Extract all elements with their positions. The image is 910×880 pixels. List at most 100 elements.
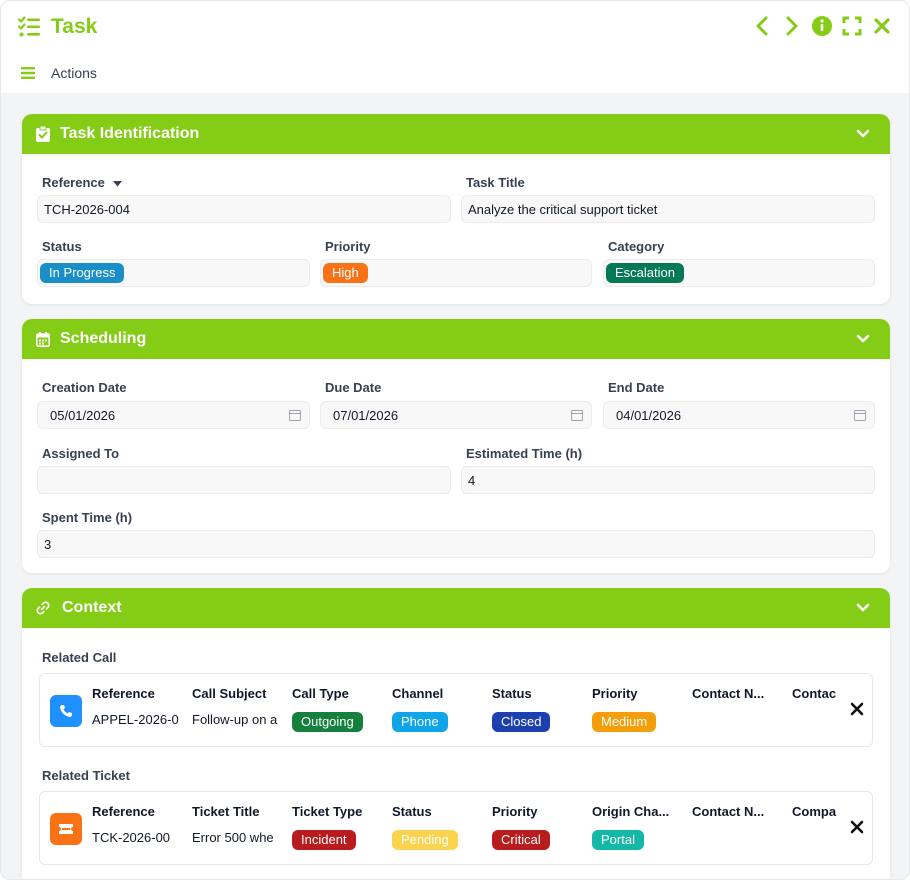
estimated-time-label: Estimated Time (h): [466, 446, 583, 461]
due-date-input[interactable]: 07/01/2026: [320, 401, 592, 429]
related-column: Priority Medium: [592, 686, 684, 732]
status-field[interactable]: In Progress: [37, 259, 310, 287]
task-list-icon: [17, 16, 40, 37]
column-header: Call Type: [292, 686, 349, 701]
chevron-right-icon: [786, 16, 798, 36]
column-header: Reference: [92, 804, 155, 819]
column-badge: Closed: [492, 712, 551, 732]
status-badge: In Progress: [40, 263, 125, 283]
expand-icon: [842, 16, 862, 36]
related-ticket-card[interactable]: Reference TCK-2026-00 Ticket Title Error 50…: [39, 791, 873, 865]
end-date-input[interactable]: 04/01/2026: [603, 401, 875, 429]
assigned-to-field[interactable]: [37, 466, 451, 494]
end-date-value: 04/01/2026: [616, 407, 682, 423]
chevron-down-icon[interactable]: [856, 127, 870, 141]
top-bar: Task Actions: [1, 1, 909, 93]
calendar-picker-icon[interactable]: [289, 409, 301, 421]
ticket-icon: [59, 824, 73, 834]
column-badge: Medium: [592, 712, 657, 732]
scheduling-header[interactable]: Scheduling: [22, 319, 890, 359]
task-identification-header[interactable]: Task Identification: [22, 114, 890, 154]
column-header: Status: [392, 804, 432, 819]
related-column: Status Pending: [392, 804, 484, 850]
related-column: Reference TCK-2026-00: [92, 804, 184, 850]
column-header: Priority: [492, 804, 538, 819]
reference-field[interactable]: TCH-2026-004: [37, 195, 451, 223]
creation-date-input[interactable]: 05/01/2026: [37, 401, 310, 429]
fullscreen-button[interactable]: [841, 14, 863, 38]
related-column: Contact N...: [692, 804, 784, 850]
context-section: Context Related Call Reference APPEL-2026…: [22, 588, 890, 879]
estimated-time-field[interactable]: 4: [461, 466, 875, 494]
calendar-picker-icon[interactable]: [571, 409, 583, 421]
column-value: Incident: [292, 830, 384, 850]
calendar-icon: [36, 331, 50, 347]
related-column: Origin Cha... Portal: [592, 804, 684, 850]
task-window: Task Actions Task Identification Referen…: [0, 0, 910, 880]
context-header[interactable]: Context: [22, 588, 890, 628]
spent-time-field[interactable]: 3: [37, 530, 875, 558]
ticket-icon-badge: [50, 813, 82, 845]
related-call-card[interactable]: Reference APPEL-2026-0 Call Subject Follow-…: [39, 673, 873, 747]
hamburger-menu-icon: [21, 67, 35, 79]
category-field[interactable]: Escalation: [603, 259, 875, 287]
section-title: Context: [62, 599, 122, 616]
info-button[interactable]: [811, 14, 833, 38]
column-value: Closed: [492, 712, 584, 732]
spent-time-value: 3: [44, 536, 52, 552]
related-column: Status Closed: [492, 686, 584, 732]
column-value: [692, 712, 784, 732]
task-title-label: Task Title: [466, 175, 525, 190]
close-icon: [874, 18, 890, 34]
column-header: Contact N...: [692, 686, 765, 701]
phone-icon-badge: [50, 695, 82, 727]
related-column: Channel Phone: [392, 686, 484, 732]
caret-down-icon: [112, 181, 122, 187]
column-header: Priority: [592, 686, 638, 701]
priority-label: Priority: [325, 239, 371, 254]
link-icon: [36, 601, 50, 615]
column-badge: Pending: [392, 830, 458, 850]
task-title-field[interactable]: Analyze the critical support ticket: [461, 195, 875, 223]
priority-field[interactable]: High: [320, 259, 592, 287]
chevron-down-icon[interactable]: [856, 332, 870, 346]
column-badge: Phone: [392, 712, 448, 732]
related-column: Ticket Type Incident: [292, 804, 384, 850]
scheduling-section: Scheduling Creation Date 05/01/2026 Due …: [22, 319, 890, 573]
next-button[interactable]: [781, 14, 803, 38]
clipboard-check-icon: [36, 126, 50, 142]
column-value: Follow-up on a: [192, 712, 278, 727]
priority-badge: High: [323, 263, 368, 283]
column-badge: Critical: [492, 830, 550, 850]
column-badge: Portal: [592, 830, 644, 850]
column-value: APPEL-2026-0: [92, 712, 179, 727]
column-header: Channel: [392, 686, 444, 701]
column-value: Phone: [392, 712, 484, 732]
column-header: Origin Cha...: [592, 804, 670, 819]
column-value: [792, 712, 872, 732]
column-value: Pending: [392, 830, 484, 850]
column-value: Outgoing: [292, 712, 384, 732]
section-title: Task Identification: [60, 125, 200, 142]
column-header: Ticket Title: [192, 804, 260, 819]
column-header: Call Subject: [192, 686, 267, 701]
column-header: Ticket Type: [292, 804, 363, 819]
calendar-picker-icon[interactable]: [854, 409, 866, 421]
column-header: Contac: [792, 686, 837, 701]
estimated-time-value: 4: [468, 472, 476, 488]
category-badge: Escalation: [606, 263, 684, 283]
assigned-to-label: Assigned To: [42, 446, 120, 461]
spent-time-label: Spent Time (h): [42, 510, 133, 525]
column-value: Portal: [592, 830, 684, 850]
column-value: TCK-2026-00: [92, 830, 171, 845]
close-button[interactable]: [871, 14, 893, 38]
column-value: [692, 830, 784, 850]
previous-button[interactable]: [751, 14, 773, 38]
column-value: Medium: [592, 712, 684, 732]
column-badge: Incident: [292, 830, 356, 850]
actions-menu[interactable]: Actions: [21, 65, 97, 81]
category-label: Category: [608, 239, 665, 254]
chevron-down-icon[interactable]: [856, 601, 870, 615]
reference-label[interactable]: Reference: [42, 175, 122, 190]
info-icon: [812, 16, 832, 36]
